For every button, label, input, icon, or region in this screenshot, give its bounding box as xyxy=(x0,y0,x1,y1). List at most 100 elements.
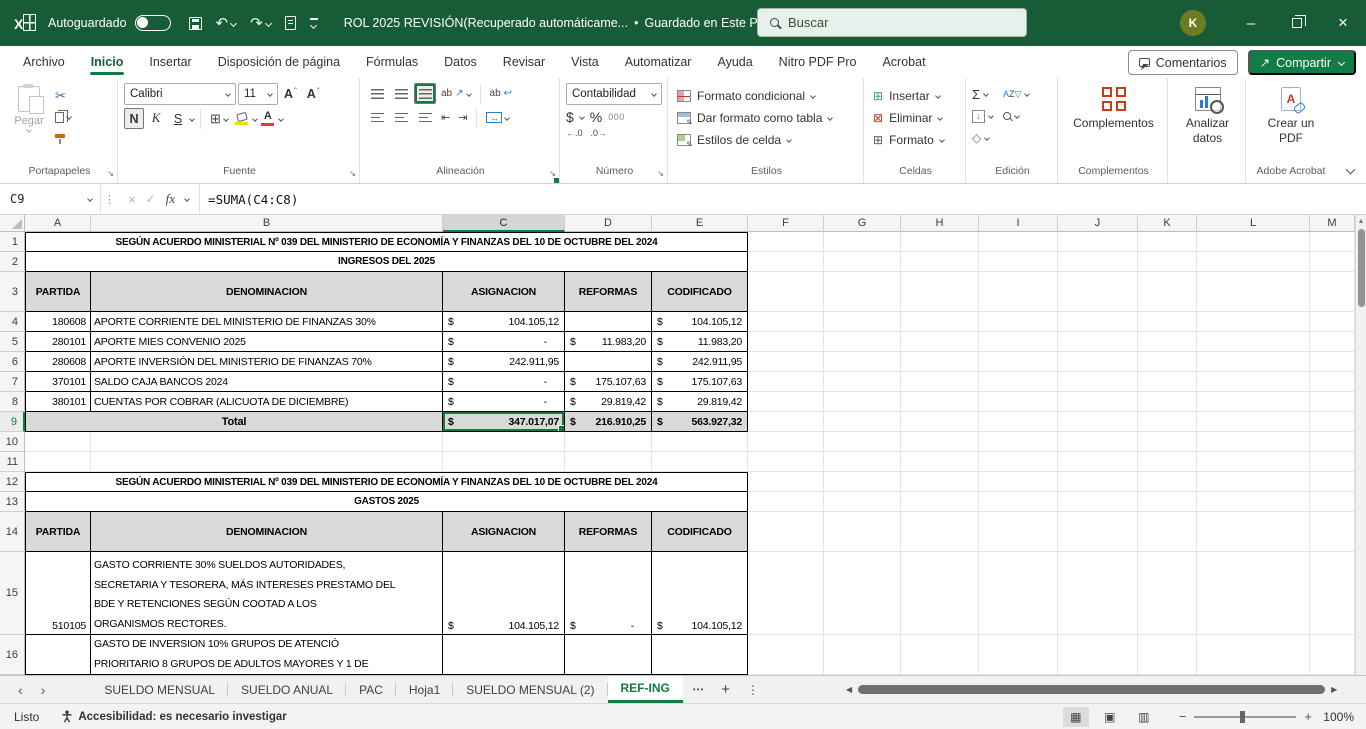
cell-B5[interactable]: APORTE MIES CONVENIO 2025 xyxy=(91,332,443,352)
cell-C15[interactable]: $104.105,12 xyxy=(443,552,565,635)
cell-I9[interactable] xyxy=(979,412,1058,432)
cell-A14[interactable]: PARTIDA xyxy=(25,512,91,552)
cell-I14[interactable] xyxy=(979,512,1058,552)
undo-button[interactable]: ↶ xyxy=(216,16,237,31)
cell-K3[interactable] xyxy=(1138,272,1197,312)
font-dialog-launcher[interactable]: ↘ xyxy=(349,170,356,178)
cell-E15[interactable]: $104.105,12 xyxy=(652,552,748,635)
cell-A16[interactable] xyxy=(25,635,91,675)
zoom-in-button[interactable]: + xyxy=(1304,709,1312,724)
row-header-2[interactable]: 2 xyxy=(0,252,25,272)
next-sheet-button[interactable]: › xyxy=(41,682,46,698)
cell-B16[interactable]: GASTO DE INVERSION 10% GRUPOS DE ATENCIÓ… xyxy=(91,635,443,675)
cell-I3[interactable] xyxy=(979,272,1058,312)
cell-I5[interactable] xyxy=(979,332,1058,352)
cell-G2[interactable] xyxy=(824,252,901,272)
tab-nitro-pdf-pro[interactable]: Nitro PDF Pro xyxy=(768,49,868,75)
cell-J16[interactable] xyxy=(1058,635,1138,675)
cell-K16[interactable] xyxy=(1138,635,1197,675)
sort-filter-button[interactable]: AZ▽ xyxy=(1003,85,1029,103)
cell-E9[interactable]: $563.927,32 xyxy=(652,412,748,432)
cell-styles-button[interactable]: Estilos de celda xyxy=(674,129,859,151)
cell-J14[interactable] xyxy=(1058,512,1138,552)
cell-J1[interactable] xyxy=(1058,232,1138,252)
cell-K14[interactable] xyxy=(1138,512,1197,552)
borders-button[interactable]: ⊞ xyxy=(207,109,231,129)
cell-C4[interactable]: $104.105,12 xyxy=(443,312,565,332)
cell-M10[interactable] xyxy=(1310,432,1355,452)
cell-D11[interactable] xyxy=(565,452,652,472)
cell-F8[interactable] xyxy=(748,392,824,412)
cell-L7[interactable] xyxy=(1197,372,1310,392)
cell-E7[interactable]: $175.107,63 xyxy=(652,372,748,392)
cell-A11[interactable] xyxy=(25,452,91,472)
decrease-decimal-button[interactable]: .0→ xyxy=(591,128,608,138)
format-as-table-button[interactable]: Dar formato como tabla xyxy=(674,107,859,129)
currency-button[interactable]: $ xyxy=(566,109,574,125)
cell-A4[interactable]: 180608 xyxy=(25,312,91,332)
underline-button[interactable]: S xyxy=(168,108,188,129)
cell-G9[interactable] xyxy=(824,412,901,432)
cell-B4[interactable]: APORTE CORRIENTE DEL MINISTERIO DE FINAN… xyxy=(91,312,443,332)
accessibility-status[interactable]: Accesibilidad: es necesario investigar xyxy=(61,710,286,723)
cell-M12[interactable] xyxy=(1310,472,1355,492)
tab-fórmulas[interactable]: Fórmulas xyxy=(355,49,429,75)
insert-function-button[interactable]: fx xyxy=(166,191,175,207)
cell-M3[interactable] xyxy=(1310,272,1355,312)
cell-K4[interactable] xyxy=(1138,312,1197,332)
cell-A12[interactable]: SEGÚN ACUERDO MINISTERIAL Nº 039 DEL MIN… xyxy=(25,472,748,492)
cell-F14[interactable] xyxy=(748,512,824,552)
cell-F3[interactable] xyxy=(748,272,824,312)
zoom-slider-thumb[interactable] xyxy=(1240,711,1245,723)
col-header-E[interactable]: E xyxy=(652,215,748,232)
font-size-select[interactable]: 11 xyxy=(238,83,278,105)
fill-color-button[interactable] xyxy=(233,113,251,125)
cell-L10[interactable] xyxy=(1197,432,1310,452)
cell-C9[interactable]: $347.017,07 xyxy=(443,412,565,432)
tab-revisar[interactable]: Revisar xyxy=(492,49,556,75)
cell-L12[interactable] xyxy=(1197,472,1310,492)
cell-M14[interactable] xyxy=(1310,512,1355,552)
horizontal-scroll-thumb[interactable] xyxy=(858,685,1325,694)
col-header-H[interactable]: H xyxy=(901,215,979,232)
row-header-16[interactable]: 16 xyxy=(0,635,25,675)
tab-archivo[interactable]: Archivo xyxy=(12,49,76,75)
cell-J11[interactable] xyxy=(1058,452,1138,472)
cell-M1[interactable] xyxy=(1310,232,1355,252)
col-header-F[interactable]: F xyxy=(748,215,824,232)
cell-B15[interactable]: GASTO CORRIENTE 30% SUELDOS AUTORIDADES,… xyxy=(91,552,443,635)
cell-F5[interactable] xyxy=(748,332,824,352)
cell-G15[interactable] xyxy=(824,552,901,635)
addins-button[interactable]: Complementos xyxy=(1064,83,1163,165)
cell-E4[interactable]: $104.105,12 xyxy=(652,312,748,332)
cell-E5[interactable]: $11.983,20 xyxy=(652,332,748,352)
zoom-out-button[interactable]: − xyxy=(1179,709,1187,724)
row-header-10[interactable]: 10 xyxy=(0,432,25,452)
cell-E3[interactable]: CODIFICADO xyxy=(652,272,748,312)
col-header-C[interactable]: C xyxy=(443,215,565,232)
cell-B8[interactable]: CUENTAS POR COBRAR (ALICUOTA DE DICIEMBR… xyxy=(91,392,443,412)
cancel-button[interactable]: × xyxy=(128,192,136,207)
autosave-toggle[interactable] xyxy=(135,15,171,31)
tab-disposición-de-página[interactable]: Disposición de página xyxy=(207,49,351,75)
row-header-9[interactable]: 9 xyxy=(0,412,25,432)
cell-M7[interactable] xyxy=(1310,372,1355,392)
cell-I11[interactable] xyxy=(979,452,1058,472)
cell-G1[interactable] xyxy=(824,232,901,252)
cell-A5[interactable]: 280101 xyxy=(25,332,91,352)
row-header-6[interactable]: 6 xyxy=(0,352,25,372)
conditional-formatting-button[interactable]: Formato condicional xyxy=(674,85,859,107)
cell-L4[interactable] xyxy=(1197,312,1310,332)
cell-K6[interactable] xyxy=(1138,352,1197,372)
cell-E14[interactable]: CODIFICADO xyxy=(652,512,748,552)
enter-button[interactable]: ✓ xyxy=(146,192,156,206)
save-button[interactable] xyxy=(189,17,202,30)
find-select-button[interactable] xyxy=(1003,107,1029,125)
tab-automatizar[interactable]: Automatizar xyxy=(614,49,703,75)
cell-M8[interactable] xyxy=(1310,392,1355,412)
col-header-L[interactable]: L xyxy=(1197,215,1310,232)
cell-C6[interactable]: $242.911,95 xyxy=(443,352,565,372)
number-dialog-launcher[interactable]: ↘ xyxy=(657,170,664,178)
cell-A6[interactable]: 280608 xyxy=(25,352,91,372)
row-header-8[interactable]: 8 xyxy=(0,392,25,412)
